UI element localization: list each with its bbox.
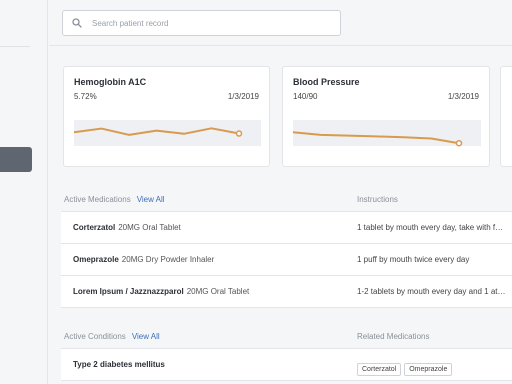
vital-value: 140/90	[293, 92, 318, 101]
medications-view-all-link[interactable]: View All	[137, 195, 165, 204]
sidebar-item-active[interactable]	[0, 147, 32, 172]
trend-chart	[73, 120, 261, 146]
vital-card-blood-pressure[interactable]: Blood Pressure 140/90 1/3/2019	[282, 66, 490, 167]
vital-date: 1/3/2019	[227, 92, 259, 101]
top-bar	[49, 0, 512, 46]
medications-header: Active Medications View All	[64, 195, 165, 204]
vital-title: Blood Pressure	[293, 77, 360, 87]
search-icon	[72, 18, 82, 28]
table-row[interactable]: Type 2 diabetes mellitus Corterzatol Omep…	[61, 349, 512, 381]
vital-title: Hemoglobin A1C	[74, 77, 147, 87]
conditions-table: Type 2 diabetes mellitus Corterzatol Omep…	[61, 348, 512, 381]
table-row[interactable]: Omeprazole 20MG Dry Powder Inhaler 1 puff…	[61, 244, 512, 276]
vital-value: 5.72%	[74, 92, 97, 101]
medication-detail: 20MG Oral Tablet	[186, 287, 250, 296]
table-row[interactable]: Lorem Ipsum / Jazznazzparol 20MG Oral Tab…	[61, 276, 512, 308]
related-medications: Corterzatol Omeprazole	[357, 358, 455, 376]
medication-name: Omeprazole	[73, 255, 119, 264]
medication-detail: 20MG Dry Powder Inhaler	[121, 255, 215, 264]
medication-name: Lorem Ipsum / Jazznazzparol	[73, 287, 184, 296]
search-input[interactable]	[92, 18, 312, 28]
condition-name: Type 2 diabetes mellitus	[73, 360, 165, 369]
medication-name: Corterzatol	[73, 223, 116, 232]
search-box[interactable]	[62, 10, 341, 36]
medication-tag[interactable]: Corterzatol	[357, 363, 402, 376]
vital-card-hemoglobin[interactable]: Hemoglobin A1C 5.72% 1/3/2019	[63, 66, 270, 167]
sidebar-divider	[0, 46, 30, 47]
sidebar	[0, 0, 48, 384]
trend-latest-point	[455, 139, 463, 147]
medication-detail: 20MG Oral Tablet	[118, 223, 181, 232]
trend-chart	[292, 120, 481, 147]
instructions-column-header: Instructions	[357, 195, 398, 204]
related-medications-column-header: Related Medications	[357, 332, 430, 341]
table-row[interactable]: Corterzatol 20MG Oral Tablet 1 tablet by …	[61, 212, 512, 244]
conditions-label: Active Conditions	[64, 332, 126, 341]
medication-instructions: 1-2 tablets by mouth every day and 1 at …	[357, 287, 507, 296]
vital-date: 1/3/2019	[447, 92, 479, 101]
trend-latest-point	[235, 130, 243, 137]
conditions-header: Active Conditions View All	[64, 332, 160, 341]
medications-table: Corterzatol 20MG Oral Tablet 1 tablet by …	[61, 211, 512, 308]
conditions-view-all-link[interactable]: View All	[132, 332, 160, 341]
medication-instructions: 1 puff by mouth twice every day	[357, 255, 470, 264]
medication-tag[interactable]: Omeprazole	[404, 363, 453, 376]
vital-card-partial[interactable]	[500, 66, 512, 167]
medication-instructions: 1 tablet by mouth every day, take with f…	[357, 223, 507, 232]
medications-label: Active Medications	[64, 195, 131, 204]
